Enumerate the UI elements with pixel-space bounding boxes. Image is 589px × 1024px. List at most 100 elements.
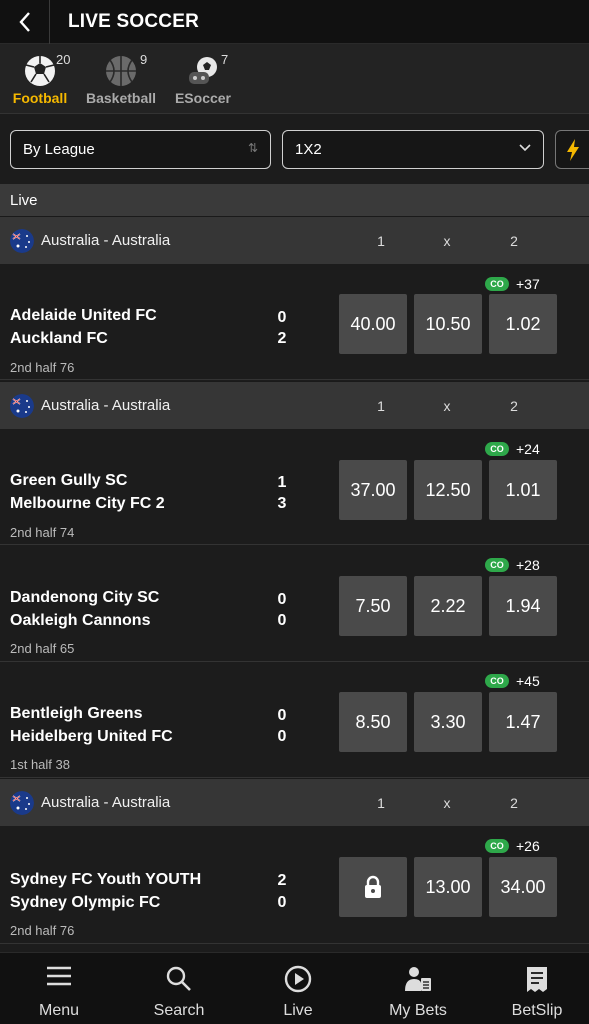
- filter-bar: By League ⇅ 1X2: [0, 114, 589, 184]
- more-markets-link[interactable]: +37: [516, 276, 540, 292]
- odd-draw-button[interactable]: 3.30: [414, 692, 482, 752]
- nav-mybets[interactable]: My Bets: [359, 953, 477, 1024]
- cashout-badge: CO: [485, 839, 509, 853]
- search-icon: [166, 966, 191, 991]
- australia-flag-icon: [10, 229, 34, 253]
- cashout-badge: CO: [485, 674, 509, 688]
- tab-label: Football: [12, 90, 68, 106]
- market-select[interactable]: 1X2: [282, 130, 544, 169]
- match-time: 2nd half 65: [10, 641, 75, 656]
- more-markets-link[interactable]: +28: [516, 557, 540, 573]
- nav-menu[interactable]: Menu: [0, 953, 118, 1024]
- league-header[interactable]: Australia - Australia 1 x 2: [0, 381, 589, 429]
- odd-home-button[interactable]: 37.00: [339, 460, 407, 520]
- live-section-header: Live: [0, 184, 589, 216]
- match-row[interactable]: Dandenong City SC Oakleigh Cannons 0 0 2…: [0, 546, 589, 662]
- nav-search[interactable]: Search: [120, 953, 238, 1024]
- nav-label: Menu: [38, 1002, 80, 1019]
- home-score: 0: [277, 309, 287, 326]
- tab-label: ESoccer: [174, 90, 232, 106]
- home-team: Dandenong City SC: [10, 589, 160, 606]
- page-title: LIVE SOCCER: [68, 10, 199, 32]
- betslip-icon: [527, 967, 547, 992]
- tab-esoccer[interactable]: 7 ESoccer: [163, 50, 243, 110]
- nav-label: BetSlip: [511, 1002, 563, 1019]
- tab-basketball[interactable]: 9 Basketball: [81, 50, 161, 110]
- odd-away-button[interactable]: 1.47: [489, 692, 557, 752]
- nav-betslip[interactable]: BetSlip: [478, 953, 589, 1024]
- match-row[interactable]: Bentleigh Greens Heidelberg United FC 0 …: [0, 662, 589, 778]
- away-team: Heidelberg United FC: [10, 728, 173, 745]
- league-select[interactable]: By League ⇅: [10, 130, 271, 169]
- match-time: 2nd half 74: [10, 525, 75, 540]
- nav-label: Live: [283, 1002, 313, 1019]
- away-score: 0: [277, 612, 287, 629]
- odd-draw-button[interactable]: 13.00: [414, 857, 482, 917]
- home-team: Sydney FC Youth YOUTH: [10, 871, 202, 888]
- nav-live[interactable]: Live: [239, 953, 357, 1024]
- mybets-icon: [405, 967, 431, 991]
- odd-draw-button[interactable]: 10.50: [414, 294, 482, 354]
- back-button[interactable]: [0, 0, 50, 44]
- odd-away-button[interactable]: 1.94: [489, 576, 557, 636]
- australia-flag-icon: [10, 394, 34, 418]
- more-markets-link[interactable]: +26: [516, 838, 540, 854]
- australia-flag-icon: [10, 791, 34, 815]
- league-select-value: By League: [23, 141, 95, 158]
- home-team: Bentleigh Greens: [10, 705, 143, 722]
- bottom-nav: Menu Search Live My Bets BetSlip: [0, 952, 589, 1024]
- match-time: 1st half 38: [10, 757, 70, 772]
- odd-away-button[interactable]: 1.02: [489, 294, 557, 354]
- col-away: 2: [510, 794, 518, 811]
- tab-football[interactable]: 20 Football: [0, 50, 80, 110]
- away-team: Auckland FC: [10, 330, 108, 347]
- home-score: 0: [277, 707, 287, 724]
- market-select-value: 1X2: [295, 141, 322, 158]
- tab-label: Basketball: [85, 90, 157, 106]
- odd-home-button[interactable]: 40.00: [339, 294, 407, 354]
- match-row[interactable]: Sydney FC Youth YOUTH Sydney Olympic FC …: [0, 826, 589, 944]
- col-home: 1: [377, 397, 385, 414]
- odd-away-button[interactable]: 34.00: [489, 857, 557, 917]
- col-home: 1: [377, 794, 385, 811]
- more-markets-link[interactable]: +45: [516, 673, 540, 689]
- home-score: 0: [277, 591, 287, 608]
- league-name: Australia - Australia: [41, 232, 171, 249]
- home-score: 1: [277, 474, 287, 491]
- odd-draw-button[interactable]: 12.50: [414, 460, 482, 520]
- col-draw: x: [443, 794, 451, 811]
- odd-home-button[interactable]: 7.50: [339, 576, 407, 636]
- away-score: 3: [277, 495, 287, 512]
- odd-draw-button[interactable]: 2.22: [414, 576, 482, 636]
- home-score: 2: [277, 872, 287, 889]
- lock-icon: [365, 875, 381, 898]
- odd-away-button[interactable]: 1.01: [489, 460, 557, 520]
- league-name: Australia - Australia: [41, 794, 171, 811]
- away-score: 2: [277, 330, 287, 347]
- cashout-badge: CO: [485, 558, 509, 572]
- match-row[interactable]: Adelaide United FC Auckland FC 0 2 2nd h…: [0, 264, 589, 380]
- col-draw: x: [443, 397, 451, 414]
- league-header[interactable]: Australia - Australia 1 x 2: [0, 778, 589, 826]
- col-away: 2: [510, 232, 518, 249]
- col-away: 2: [510, 397, 518, 414]
- more-markets-link[interactable]: +24: [516, 441, 540, 457]
- section-title: Live: [10, 191, 38, 209]
- menu-icon: [47, 966, 71, 986]
- soccer-ball-icon: [25, 56, 55, 86]
- away-score: 0: [277, 728, 287, 745]
- match-row[interactable]: Green Gully SC Melbourne City FC 2 1 3 2…: [0, 429, 589, 545]
- home-team: Adelaide United FC: [10, 307, 157, 324]
- chevron-down-icon: [519, 144, 531, 152]
- away-team: Sydney Olympic FC: [10, 894, 161, 911]
- home-team: Green Gully SC: [10, 472, 128, 489]
- count-badge: 20: [56, 52, 71, 67]
- quick-bet-button[interactable]: [555, 130, 589, 169]
- col-home: 1: [377, 232, 385, 249]
- odd-home-button[interactable]: 8.50: [339, 692, 407, 752]
- basketball-icon: [106, 56, 136, 86]
- sport-tabs: 20 Football 9 Basketball 7 ESoccer: [0, 44, 589, 114]
- odd-home-locked: [339, 857, 407, 917]
- col-draw: x: [443, 232, 451, 249]
- league-header[interactable]: Australia - Australia 1 x 2: [0, 216, 589, 264]
